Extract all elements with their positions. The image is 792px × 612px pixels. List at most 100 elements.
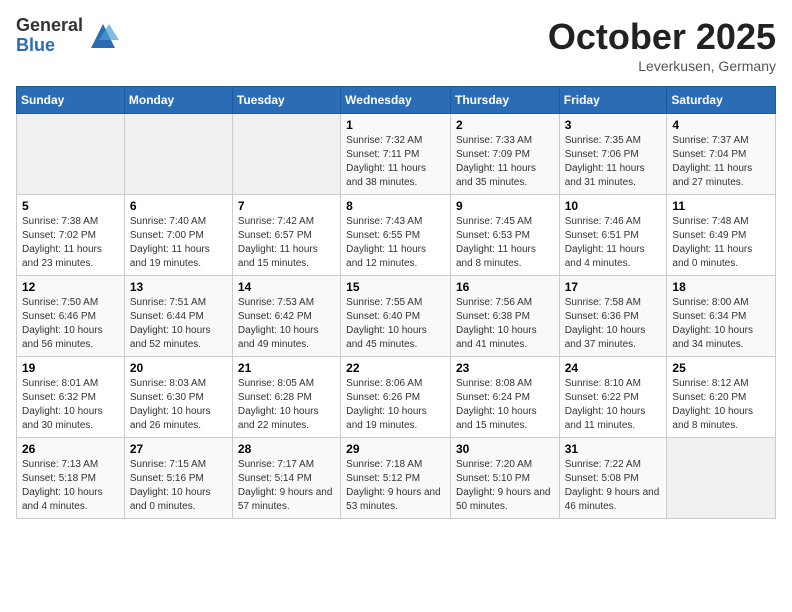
day-cell: 2 Sunrise: 7:33 AM Sunset: 7:09 PM Daylig… xyxy=(450,114,559,195)
logo-blue-text: Blue xyxy=(16,36,83,56)
logo-icon xyxy=(87,20,119,52)
week-row-5: 26Sunrise: 7:13 AM Sunset: 5:18 PM Dayli… xyxy=(17,438,776,519)
day-info: Sunrise: 7:17 AM Sunset: 5:14 PM Dayligh… xyxy=(238,458,335,514)
week-row-2: 5 Sunrise: 7:38 AM Sunset: 7:02 PM Daylig… xyxy=(17,195,776,276)
day-number: 8 xyxy=(346,199,445,213)
day-info: Sunrise: 7:50 AM Sunset: 6:46 PM Dayligh… xyxy=(22,296,119,352)
day-info: Sunrise: 7:35 AM Sunset: 7:06 PM Dayligh… xyxy=(565,134,662,190)
day-info: Sunrise: 7:58 AM Sunset: 6:36 PM Dayligh… xyxy=(565,296,662,352)
day-cell: 1Sunrise: 7:32 AM Sunset: 7:11 PM Daylig… xyxy=(341,114,451,195)
calendar-subtitle: Leverkusen, Germany xyxy=(548,58,776,74)
header-cell-friday: Friday xyxy=(559,87,667,114)
title-block: October 2025 Leverkusen, Germany xyxy=(548,16,776,74)
day-cell: 26Sunrise: 7:13 AM Sunset: 5:18 PM Dayli… xyxy=(17,438,125,519)
day-cell: 9 Sunrise: 7:45 AM Sunset: 6:53 PM Daylig… xyxy=(450,195,559,276)
day-info: Sunrise: 8:06 AM Sunset: 6:26 PM Dayligh… xyxy=(346,377,445,433)
header-cell-thursday: Thursday xyxy=(450,87,559,114)
day-info: Sunrise: 7:37 AM Sunset: 7:04 PM Dayligh… xyxy=(672,134,770,190)
day-info: Sunrise: 8:01 AM Sunset: 6:32 PM Dayligh… xyxy=(22,377,119,433)
day-info: Sunrise: 7:42 AM Sunset: 6:57 PM Dayligh… xyxy=(238,215,335,271)
day-number: 9 xyxy=(456,199,554,213)
day-info: Sunrise: 7:51 AM Sunset: 6:44 PM Dayligh… xyxy=(130,296,227,352)
day-info: Sunrise: 7:20 AM Sunset: 5:10 PM Dayligh… xyxy=(456,458,554,514)
day-cell: 6Sunrise: 7:40 AM Sunset: 7:00 PM Daylig… xyxy=(124,195,232,276)
day-cell xyxy=(667,438,776,519)
day-info: Sunrise: 7:40 AM Sunset: 7:00 PM Dayligh… xyxy=(130,215,227,271)
day-number: 26 xyxy=(22,442,119,456)
day-number: 28 xyxy=(238,442,335,456)
day-number: 3 xyxy=(565,118,662,132)
day-cell: 30 Sunrise: 7:20 AM Sunset: 5:10 PM Dayli… xyxy=(450,438,559,519)
week-row-1: 1Sunrise: 7:32 AM Sunset: 7:11 PM Daylig… xyxy=(17,114,776,195)
day-number: 17 xyxy=(565,280,662,294)
day-number: 19 xyxy=(22,361,119,375)
calendar-table: SundayMondayTuesdayWednesdayThursdayFrid… xyxy=(16,86,776,519)
day-number: 23 xyxy=(456,361,554,375)
day-number: 13 xyxy=(130,280,227,294)
day-number: 30 xyxy=(456,442,554,456)
day-info: Sunrise: 8:00 AM Sunset: 6:34 PM Dayligh… xyxy=(672,296,770,352)
day-number: 15 xyxy=(346,280,445,294)
day-info: Sunrise: 7:22 AM Sunset: 5:08 PM Dayligh… xyxy=(565,458,662,514)
day-number: 12 xyxy=(22,280,119,294)
day-info: Sunrise: 7:46 AM Sunset: 6:51 PM Dayligh… xyxy=(565,215,662,271)
day-number: 21 xyxy=(238,361,335,375)
day-cell: 3 Sunrise: 7:35 AM Sunset: 7:06 PM Daylig… xyxy=(559,114,667,195)
day-info: Sunrise: 7:38 AM Sunset: 7:02 PM Dayligh… xyxy=(22,215,119,271)
day-number: 5 xyxy=(22,199,119,213)
day-info: Sunrise: 7:45 AM Sunset: 6:53 PM Dayligh… xyxy=(456,215,554,271)
day-number: 31 xyxy=(565,442,662,456)
day-cell: 22 Sunrise: 8:06 AM Sunset: 6:26 PM Dayli… xyxy=(341,357,451,438)
day-info: Sunrise: 7:43 AM Sunset: 6:55 PM Dayligh… xyxy=(346,215,445,271)
day-number: 24 xyxy=(565,361,662,375)
day-cell: 18 Sunrise: 8:00 AM Sunset: 6:34 PM Dayli… xyxy=(667,276,776,357)
day-cell: 8 Sunrise: 7:43 AM Sunset: 6:55 PM Daylig… xyxy=(341,195,451,276)
day-cell: 31 Sunrise: 7:22 AM Sunset: 5:08 PM Dayli… xyxy=(559,438,667,519)
day-cell xyxy=(17,114,125,195)
day-number: 18 xyxy=(672,280,770,294)
day-cell: 16Sunrise: 7:56 AM Sunset: 6:38 PM Dayli… xyxy=(450,276,559,357)
header-cell-monday: Monday xyxy=(124,87,232,114)
day-cell xyxy=(232,114,340,195)
header-cell-saturday: Saturday xyxy=(667,87,776,114)
day-info: Sunrise: 7:48 AM Sunset: 6:49 PM Dayligh… xyxy=(672,215,770,271)
header-cell-wednesday: Wednesday xyxy=(341,87,451,114)
day-cell: 29Sunrise: 7:18 AM Sunset: 5:12 PM Dayli… xyxy=(341,438,451,519)
day-number: 7 xyxy=(238,199,335,213)
day-cell: 12 Sunrise: 7:50 AM Sunset: 6:46 PM Dayli… xyxy=(17,276,125,357)
day-cell: 21Sunrise: 8:05 AM Sunset: 6:28 PM Dayli… xyxy=(232,357,340,438)
day-number: 11 xyxy=(672,199,770,213)
day-cell: 10Sunrise: 7:46 AM Sunset: 6:51 PM Dayli… xyxy=(559,195,667,276)
day-info: Sunrise: 7:53 AM Sunset: 6:42 PM Dayligh… xyxy=(238,296,335,352)
header-cell-tuesday: Tuesday xyxy=(232,87,340,114)
day-cell: 5 Sunrise: 7:38 AM Sunset: 7:02 PM Daylig… xyxy=(17,195,125,276)
day-cell: 23 Sunrise: 8:08 AM Sunset: 6:24 PM Dayli… xyxy=(450,357,559,438)
day-number: 1 xyxy=(346,118,445,132)
day-number: 20 xyxy=(130,361,227,375)
day-cell: 24 Sunrise: 8:10 AM Sunset: 6:22 PM Dayli… xyxy=(559,357,667,438)
day-number: 25 xyxy=(672,361,770,375)
day-number: 22 xyxy=(346,361,445,375)
day-cell: 28 Sunrise: 7:17 AM Sunset: 5:14 PM Dayli… xyxy=(232,438,340,519)
day-number: 4 xyxy=(672,118,770,132)
day-cell: 11 Sunrise: 7:48 AM Sunset: 6:49 PM Dayli… xyxy=(667,195,776,276)
day-info: Sunrise: 7:18 AM Sunset: 5:12 PM Dayligh… xyxy=(346,458,445,514)
day-cell: 19 Sunrise: 8:01 AM Sunset: 6:32 PM Dayli… xyxy=(17,357,125,438)
day-cell xyxy=(124,114,232,195)
logo-general-text: General xyxy=(16,16,83,36)
day-cell: 15Sunrise: 7:55 AM Sunset: 6:40 PM Dayli… xyxy=(341,276,451,357)
day-info: Sunrise: 8:10 AM Sunset: 6:22 PM Dayligh… xyxy=(565,377,662,433)
day-number: 16 xyxy=(456,280,554,294)
day-info: Sunrise: 8:03 AM Sunset: 6:30 PM Dayligh… xyxy=(130,377,227,433)
day-info: Sunrise: 7:15 AM Sunset: 5:16 PM Dayligh… xyxy=(130,458,227,514)
day-number: 2 xyxy=(456,118,554,132)
day-cell: 14 Sunrise: 7:53 AM Sunset: 6:42 PM Dayli… xyxy=(232,276,340,357)
week-row-4: 19 Sunrise: 8:01 AM Sunset: 6:32 PM Dayli… xyxy=(17,357,776,438)
logo: General Blue xyxy=(16,16,119,56)
day-info: Sunrise: 8:08 AM Sunset: 6:24 PM Dayligh… xyxy=(456,377,554,433)
day-cell: 13 Sunrise: 7:51 AM Sunset: 6:44 PM Dayli… xyxy=(124,276,232,357)
day-info: Sunrise: 7:33 AM Sunset: 7:09 PM Dayligh… xyxy=(456,134,554,190)
day-cell: 17 Sunrise: 7:58 AM Sunset: 6:36 PM Dayli… xyxy=(559,276,667,357)
day-number: 14 xyxy=(238,280,335,294)
day-cell: 20 Sunrise: 8:03 AM Sunset: 6:30 PM Dayli… xyxy=(124,357,232,438)
